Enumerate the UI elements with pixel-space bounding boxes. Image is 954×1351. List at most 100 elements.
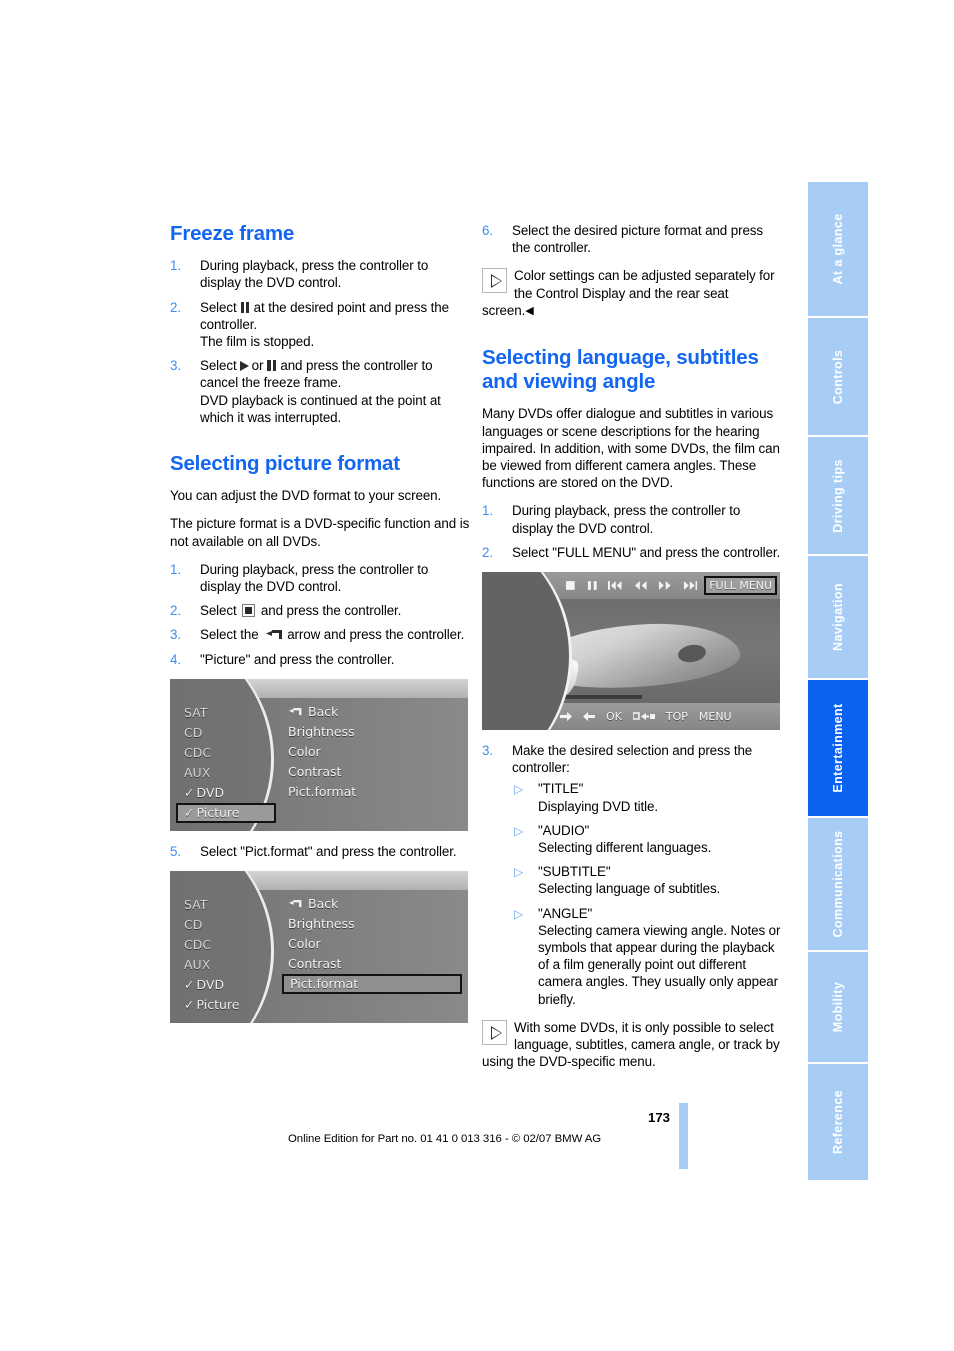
idrive-screenshot-picture-menu: SAT CD CDC AUX ✓ DVD ✓ Picture Back Bright…	[170, 678, 468, 831]
sidebar-item-driving-tips[interactable]: Driving tips	[808, 437, 868, 556]
list-item-cd[interactable]: CD	[184, 915, 276, 935]
list-item-dvd[interactable]: ✓ DVD	[184, 975, 276, 995]
sidebar-item-label: Mobility	[831, 981, 845, 1033]
triangle-bullet-icon: ▷	[514, 823, 524, 838]
list-item-aux[interactable]: AUX	[184, 763, 276, 783]
picture-format-intro-1: You can adjust the DVD format to your sc…	[170, 488, 442, 504]
list-item-subtitle: ▷ "SUBTITLE" Selecting language of subti…	[512, 863, 782, 897]
sidebar-item-mobility[interactable]: Mobility	[808, 952, 868, 1064]
option-title: "SUBTITLE"	[538, 864, 611, 880]
list-item-back[interactable]: Back	[282, 894, 462, 914]
list-item: 3. Select or and press the controller to c…	[170, 357, 470, 426]
stop-icon	[242, 604, 256, 618]
step-text-post: arrow and press the controller.	[287, 627, 465, 643]
step-number: 2.	[170, 603, 181, 619]
list-item-cdc[interactable]: CDC	[184, 935, 276, 955]
picture-format-step6: 6. Select the desired picture format and…	[482, 222, 782, 256]
arrow-left-icon[interactable]	[579, 707, 599, 726]
list-item: 2. Select at the desired point and press …	[170, 299, 470, 351]
idrive-settings-list: Back Brightness Color Contrast Pict.form…	[282, 894, 462, 995]
skip-back-icon[interactable]	[604, 576, 627, 595]
sidebar-item-navigation[interactable]: Navigation	[808, 556, 868, 680]
check-icon: ✓	[184, 804, 195, 820]
step-text: During playback, press the controller to…	[200, 258, 429, 291]
step-number: 2.	[482, 544, 493, 560]
sidebar-item-label: Communications	[831, 830, 845, 938]
step-number: 4.	[170, 651, 181, 667]
section-tab-rail: At a glance Controls Driving tips Naviga…	[808, 182, 868, 1180]
step-number: 5.	[170, 843, 181, 859]
list-item-brightness[interactable]: Brightness	[282, 914, 462, 934]
sidebar-item-label: Reference	[831, 1089, 845, 1155]
list-item-picture[interactable]: ✓ Picture	[184, 995, 276, 1015]
note-color-settings: Color settings can be adjusted separatel…	[482, 267, 782, 320]
sidebar-item-label: At a glance	[831, 213, 845, 285]
list-item-picture[interactable]: ✓ Picture	[176, 802, 276, 823]
step-number: 1.	[482, 503, 493, 519]
pause-icon[interactable]	[583, 576, 602, 595]
step-text: Select "Pict.format" and press the contr…	[200, 843, 457, 859]
list-item-pict-format[interactable]: Pict.format	[282, 782, 462, 802]
list-item: 3. Select the arrow and press the contro…	[170, 626, 470, 643]
sidebar-item-entertainment[interactable]: Entertainment	[808, 680, 868, 818]
list-item-brightness[interactable]: Brightness	[282, 722, 462, 742]
list-item-label: DVD	[196, 977, 225, 993]
list-item-color[interactable]: Color	[282, 742, 462, 762]
top-button[interactable]: TOP	[662, 707, 692, 726]
step-text: "Picture" and press the controller.	[200, 651, 395, 667]
sidebar-item-controls[interactable]: Controls	[808, 318, 868, 437]
list-item-sat[interactable]: SAT	[184, 895, 276, 915]
list-item: 4. "Picture" and press the controller.	[170, 651, 470, 668]
option-desc: Selecting language of subtitles.	[538, 881, 721, 897]
language-steps: 1. During playback, press the controller…	[482, 502, 782, 561]
list-item-angle: ▷ "ANGLE" Selecting camera viewing angle…	[512, 905, 782, 1008]
list-item-pict-format[interactable]: Pict.format	[282, 974, 462, 995]
ok-button[interactable]: OK	[602, 707, 626, 726]
back-arrow-icon	[288, 899, 303, 909]
menu-button[interactable]: MENU	[695, 707, 736, 726]
stop-icon[interactable]	[561, 576, 580, 595]
list-item-label: AUX	[184, 957, 211, 973]
triangle-bullet-icon: ▷	[514, 865, 524, 880]
list-item-contrast[interactable]: Contrast	[282, 954, 462, 974]
language-intro: Many DVDs offer dialogue and subtitles i…	[482, 406, 780, 491]
list-item-cd[interactable]: CD	[184, 723, 276, 743]
list-item-label: Contrast	[288, 763, 342, 779]
list-item-label: CDC	[184, 937, 212, 953]
list-item-label: Color	[288, 936, 321, 952]
list-item-label: Brightness	[288, 723, 355, 739]
step-text-post: at the desired point and press the contr…	[200, 299, 449, 332]
list-item-cdc[interactable]: CDC	[184, 743, 276, 763]
fast-forward-icon[interactable]	[654, 576, 676, 595]
sidebar-item-at-a-glance[interactable]: At a glance	[808, 182, 868, 318]
note-triangle-icon	[482, 268, 507, 294]
sidebar-item-reference[interactable]: Reference	[808, 1064, 868, 1180]
right-column: 6. Select the desired picture format and…	[482, 222, 782, 1081]
list-item-label: Pict.format	[290, 976, 359, 992]
play-icon	[239, 361, 249, 372]
list-item-sat[interactable]: SAT	[184, 703, 276, 723]
list-item-color[interactable]: Color	[282, 934, 462, 954]
sidebar-item-communications[interactable]: Communications	[808, 818, 868, 952]
list-item-audio: ▷ "AUDIO" Selecting different languages.	[512, 822, 782, 856]
idrive-source-list: SAT CD CDC AUX ✓ DVD ✓ Picture	[176, 703, 276, 823]
list-item-back[interactable]: Back	[282, 702, 462, 722]
skip-forward-icon[interactable]	[679, 576, 702, 595]
check-icon: ✓	[184, 784, 195, 800]
triangle-bullet-icon: ▷	[514, 906, 524, 921]
option-title: "ANGLE"	[538, 905, 593, 921]
left-column: Freeze frame 1. During playback, press t…	[170, 222, 470, 1035]
list-item: 2. Select "FULL MENU" and press the cont…	[482, 544, 782, 561]
list-item-contrast[interactable]: Contrast	[282, 762, 462, 782]
language-options-list: ▷ "TITLE" Displaying DVD title. ▷ "AUDIO…	[512, 780, 782, 1007]
check-icon: ✓	[184, 997, 195, 1013]
list-item-dvd[interactable]: ✓ DVD	[184, 783, 276, 803]
return-icon[interactable]	[629, 707, 659, 726]
step-number: 1.	[170, 561, 181, 577]
list-item-label: CD	[184, 917, 203, 933]
dvd-control-overlay: FULL MENU OK TOP MENU	[482, 572, 780, 731]
rewind-icon[interactable]	[630, 576, 652, 595]
list-item-aux[interactable]: AUX	[184, 955, 276, 975]
step-text-extra: DVD playback is continued at the point a…	[200, 392, 441, 425]
full-menu-button[interactable]: FULL MENU	[704, 576, 777, 596]
